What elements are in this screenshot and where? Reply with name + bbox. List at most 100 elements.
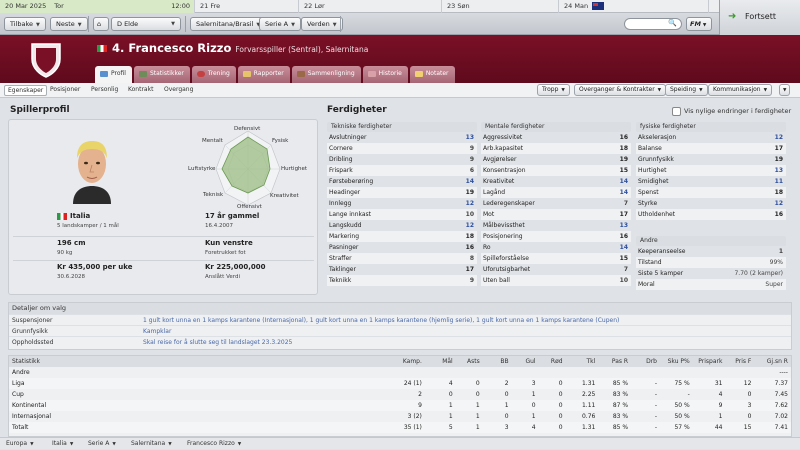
breadcrumb-italia[interactable]: Italia ▼ bbox=[52, 438, 73, 450]
subtab-overgang[interactable]: Overgang bbox=[161, 85, 196, 96]
back-button[interactable]: Tilbake ▼ bbox=[4, 17, 46, 31]
subtab-personlig[interactable]: Personlig bbox=[88, 85, 121, 96]
day-23[interactable]: 23 Søn bbox=[442, 0, 559, 13]
attribute-row: Smidighet 11 bbox=[636, 176, 786, 187]
attribute-value: 99% bbox=[769, 259, 783, 266]
subtab-label: Personlig bbox=[91, 86, 119, 93]
attribute-value: 13 bbox=[619, 222, 628, 229]
attribute-name: Keeperanseelse bbox=[638, 248, 686, 255]
manager-menu[interactable]: D Elde ▼ bbox=[111, 17, 181, 31]
breadcrumb-serie-a[interactable]: Serie A ▼ bbox=[88, 438, 116, 450]
attribute-row: Straffer 8 bbox=[327, 253, 477, 264]
subtab-kontrakt[interactable]: Kontrakt bbox=[125, 85, 156, 96]
stats-cell: 1 bbox=[475, 424, 480, 431]
stats-row[interactable]: Liga 24 (1) 4 0 2 3 0 1.31 85 % - 75 % 31 12 7.37 bbox=[9, 378, 791, 389]
stats-header-cell[interactable]: Rød bbox=[539, 356, 566, 367]
attribute-row: Siste 5 kamper 7.70 (2 kamper) bbox=[636, 268, 786, 279]
stats-header-cell[interactable]: Tkl bbox=[566, 356, 599, 367]
search-input[interactable]: 🔍 bbox=[624, 18, 682, 30]
day-name: Man bbox=[574, 2, 589, 10]
stats-header-cell[interactable]: Drb bbox=[631, 356, 660, 367]
stats-header-cell[interactable]: Statistikk bbox=[9, 356, 388, 367]
attribute-value: 12 bbox=[465, 222, 474, 229]
attribute-row: Teknikk 9 bbox=[327, 275, 477, 286]
player-name: 4. Francesco Rizzo Forvarsspiller (Sentra… bbox=[97, 41, 368, 55]
attribute-name: Markering bbox=[329, 233, 360, 240]
stats-header-cell[interactable]: Sku P% bbox=[660, 356, 693, 367]
tab-statistikker[interactable]: Statistikker bbox=[133, 66, 190, 83]
scouting-menu[interactable]: Speiding ▼ bbox=[665, 84, 708, 96]
attribute-name: Mot bbox=[483, 211, 495, 218]
club-menu[interactable]: Salernitana/Brasil▼ bbox=[190, 17, 267, 31]
stats-cell: 0 bbox=[558, 413, 563, 420]
show-changes-checkbox[interactable] bbox=[672, 107, 681, 116]
player-profile-panel: Defensivt Fysisk Hurtighet Kreativitet O… bbox=[8, 119, 318, 295]
next-button[interactable]: Neste ▼ bbox=[50, 17, 88, 31]
attribute-row: Avgjørelser 19 bbox=[481, 154, 631, 165]
breadcrumb-europa[interactable]: Europa ▼ bbox=[6, 438, 34, 450]
current-day-label: Tor bbox=[54, 2, 64, 10]
stats-header-cell[interactable]: Pas R bbox=[598, 356, 631, 367]
tab-notater[interactable]: Notater bbox=[409, 66, 455, 83]
tab-rapporter[interactable]: Rapporter bbox=[237, 66, 290, 83]
day-24[interactable]: 24 Man bbox=[559, 0, 709, 13]
day-21[interactable]: 21 Fre bbox=[195, 0, 299, 13]
stats-cell: 87 % bbox=[612, 402, 629, 409]
world-menu[interactable]: Verden ▼ bbox=[301, 17, 343, 31]
attribute-row: Frispark 6 bbox=[327, 165, 477, 176]
stats-header-cell[interactable]: Kamp. bbox=[388, 356, 425, 367]
stats-row[interactable]: Internasjonal 3 (2) 1 1 0 1 0 0.76 83 % - 50 % 1 0 7.… bbox=[9, 411, 791, 422]
stats-row[interactable]: Andre ---- bbox=[9, 367, 791, 378]
breadcrumb-player[interactable]: Francesco Rizzo ▼ bbox=[187, 438, 241, 450]
tab-sammenligning[interactable]: Sammenligning bbox=[291, 66, 361, 83]
subtab-posisjoner[interactable]: Posisjoner bbox=[47, 85, 83, 96]
stats-header-cell[interactable]: Prispark bbox=[693, 356, 726, 367]
stats-cell bbox=[425, 367, 456, 378]
tab-trening[interactable]: Trening bbox=[191, 66, 236, 83]
attribute-name: Avgjørelser bbox=[483, 156, 517, 163]
attribute-row: Konsentrasjon 15 bbox=[481, 165, 631, 176]
attribute-row: Spilleforståelse 15 bbox=[481, 253, 631, 264]
attribute-value: 14 bbox=[619, 189, 628, 196]
stats-header-cell[interactable]: Mål bbox=[425, 356, 456, 367]
attributes-title: Ferdigheter bbox=[327, 105, 387, 115]
stats-header-cell[interactable]: Gul bbox=[512, 356, 539, 367]
stats-header-cell[interactable]: Asts bbox=[456, 356, 483, 367]
stats-header-cell[interactable]: Gj.sn R bbox=[754, 356, 791, 367]
breadcrumb-club[interactable]: Salernitana ▼ bbox=[131, 438, 172, 450]
stats-cell: 0 bbox=[504, 391, 509, 398]
transfers-menu[interactable]: Overganger & Kontrakter ▼ bbox=[574, 84, 667, 96]
stats-cell: 1 bbox=[448, 402, 453, 409]
nationality[interactable]: Italia bbox=[57, 212, 90, 220]
stats-header-cell[interactable]: Pris F bbox=[725, 356, 754, 367]
attribute-name: Lagånd bbox=[483, 189, 506, 196]
detail-value[interactable]: Skal reise for å slutte seg til landslag… bbox=[143, 337, 292, 348]
continue-button[interactable]: ➜ Fortsett bbox=[719, 0, 800, 35]
more-menu[interactable]: ▼ bbox=[779, 84, 791, 96]
subtab-egenskaper[interactable]: Egenskaper bbox=[4, 85, 48, 96]
attribute-row: Styrke 12 bbox=[636, 198, 786, 209]
stats-row[interactable]: Cup 2 0 0 0 1 0 2.25 83 % - - 4 0 7.45 bbox=[9, 389, 791, 400]
tab-label: Statistikker bbox=[149, 70, 184, 77]
stats-row[interactable]: Kontinental 9 1 1 1 0 0 1.11 87 % - 50 % 9 3 7.62 bbox=[9, 400, 791, 411]
day-22[interactable]: 22 Lør bbox=[299, 0, 442, 13]
tab-historie[interactable]: Historie bbox=[362, 66, 408, 83]
attribute-value: 19 bbox=[465, 189, 474, 196]
attribute-name: Aggressivitet bbox=[483, 134, 523, 141]
league-menu[interactable]: Serie A ▼ bbox=[259, 17, 301, 31]
communication-menu[interactable]: Kommunikasjon ▼ bbox=[708, 84, 773, 96]
home-button[interactable]: ⌂ bbox=[93, 17, 109, 31]
dob-text: 16.4.2007 bbox=[205, 223, 233, 229]
stats-cell: Liga bbox=[12, 380, 25, 387]
attribute-row: Posisjonering 16 bbox=[481, 231, 631, 242]
tab-profil[interactable]: Profil bbox=[95, 66, 132, 83]
attribute-name: Tilstand bbox=[638, 259, 662, 266]
fm-menu-button[interactable]: FM ▼ bbox=[686, 17, 712, 31]
squad-menu[interactable]: Tropp ▼ bbox=[537, 84, 570, 96]
stats-cell: Andre bbox=[12, 369, 30, 376]
stats-header-cell[interactable]: BB bbox=[483, 356, 512, 367]
attribute-name: Langskudd bbox=[329, 222, 362, 229]
current-date[interactable]: 20 Mar 2025 Tor 12:00 bbox=[0, 0, 195, 13]
league-menu-label: Serie A bbox=[265, 20, 289, 28]
stats-row[interactable]: Totalt 35 (1) 5 1 3 4 0 1.31 85 % - 57 % 44 15 7.41 bbox=[9, 422, 791, 433]
